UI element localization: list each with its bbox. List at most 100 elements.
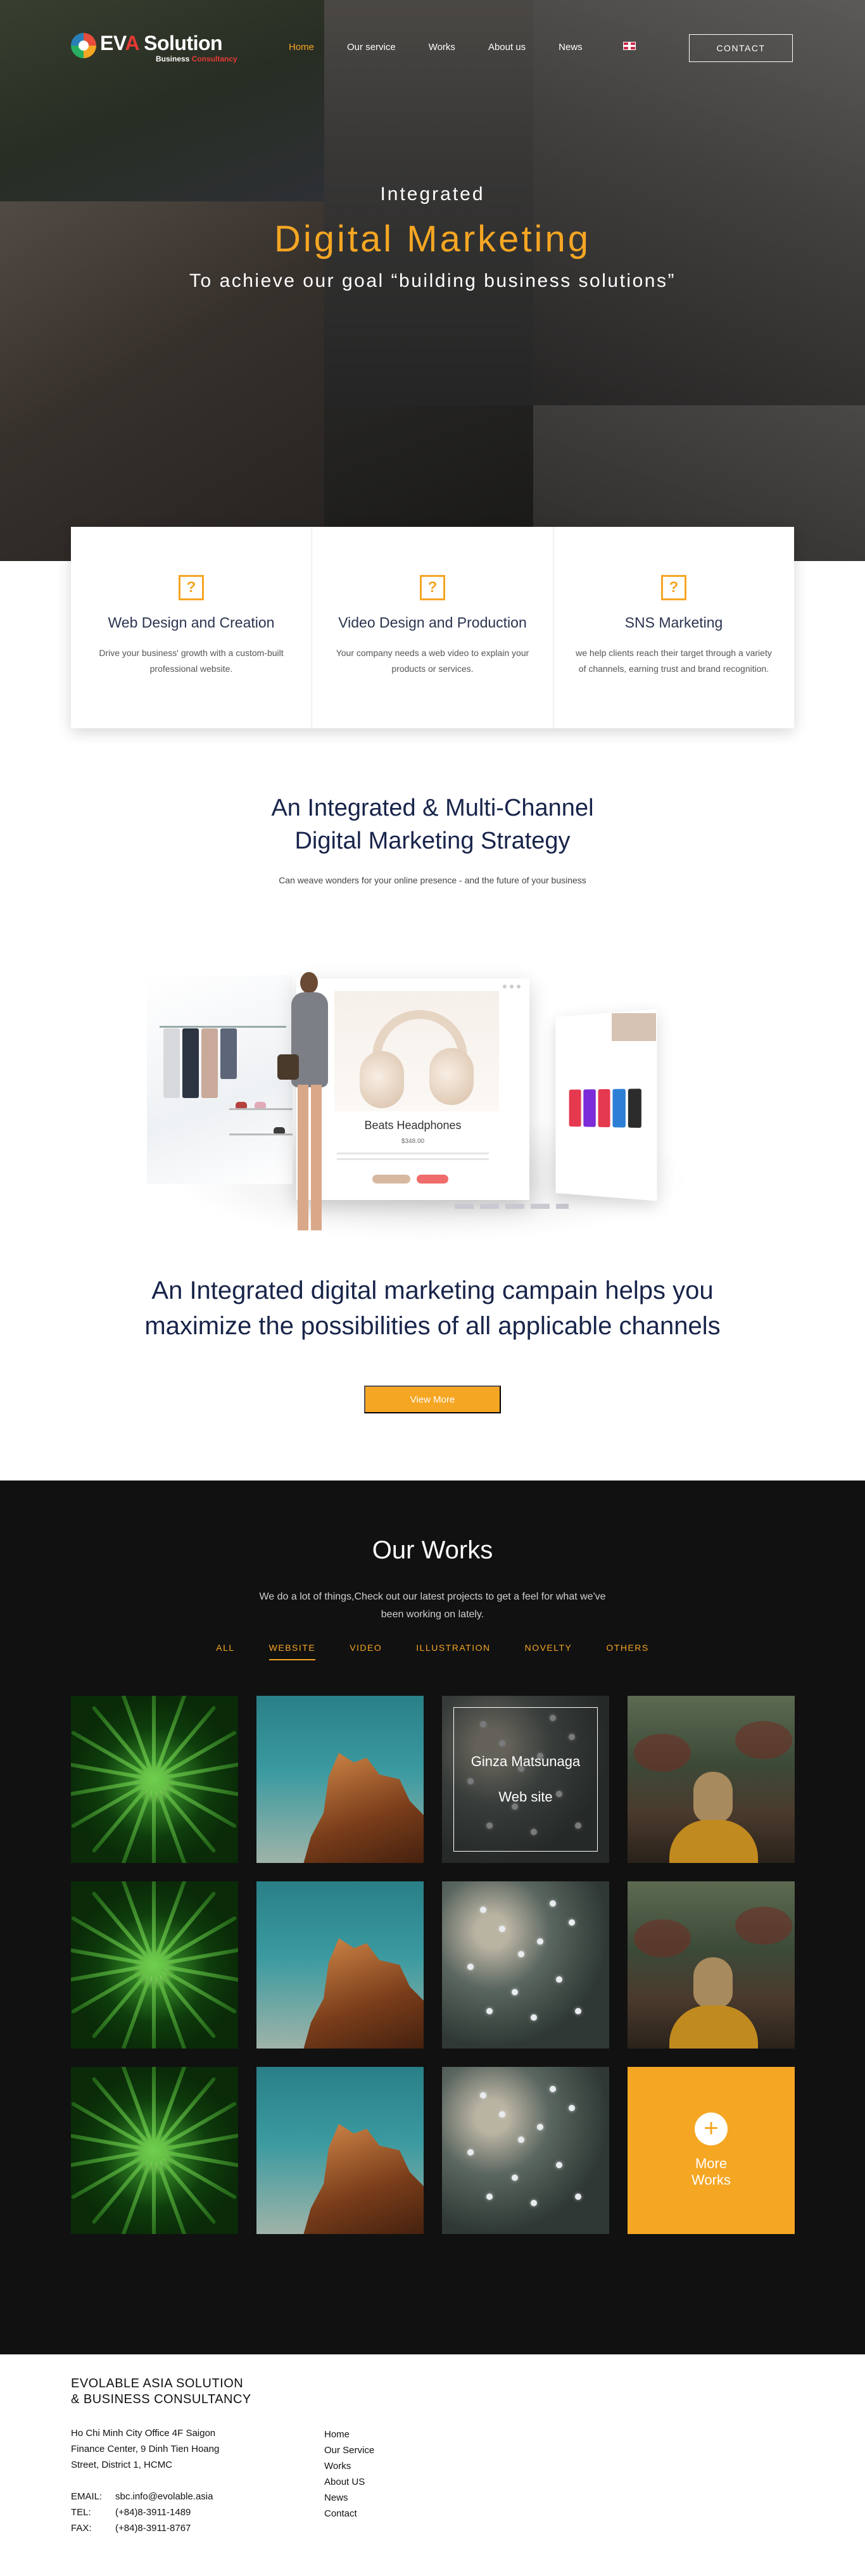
filter-others[interactable]: OTHERS bbox=[606, 1643, 648, 1660]
work-item-featured[interactable]: Ginza Matsunaga Web site bbox=[442, 1696, 609, 1863]
footer-link-home[interactable]: Home bbox=[324, 2427, 374, 2442]
services-cards: ? Web Design and Creation Drive your bus… bbox=[71, 527, 794, 728]
model-handbag bbox=[277, 1054, 299, 1080]
filter-illustration[interactable]: ILLUSTRATION bbox=[416, 1643, 490, 1660]
garment bbox=[220, 1028, 237, 1079]
shoe bbox=[236, 1102, 247, 1108]
strategy-title-line2: Digital Marketing Strategy bbox=[294, 828, 571, 854]
shoe bbox=[255, 1102, 266, 1108]
work-item-child[interactable] bbox=[628, 1696, 795, 1863]
work-item-agave[interactable] bbox=[71, 1696, 238, 1863]
work-item-rock[interactable] bbox=[256, 1696, 424, 1863]
headphones-image bbox=[334, 991, 499, 1111]
strategy-section: An Integrated & Multi-Channel Digital Ma… bbox=[0, 792, 865, 885]
nav-our-service[interactable]: Our service bbox=[347, 42, 396, 53]
blossom-dot bbox=[518, 1951, 524, 1957]
footer-contact-info: EMAIL: sbc.info@evolable.asia TEL: (+84)8-… bbox=[71, 2489, 213, 2536]
hero-section: EVA Solution Business Consultancy Home O… bbox=[0, 0, 865, 561]
garment bbox=[182, 1028, 199, 1098]
footer-company-name: EVOLABLE ASIA SOLUTION & BUSINESS CONSUL… bbox=[71, 2377, 251, 2406]
logo-tagline: Business Consultancy bbox=[156, 54, 237, 63]
nav-works[interactable]: Works bbox=[429, 42, 455, 53]
uk-flag-icon[interactable] bbox=[623, 42, 636, 50]
more-works-button[interactable]: + More Works bbox=[628, 2067, 795, 2234]
agave-leaf bbox=[152, 1881, 156, 1965]
works-intro: We do a lot of things,Check out our late… bbox=[259, 1591, 606, 1620]
service-card-sns[interactable]: ? SNS Marketing we help clients reach th… bbox=[553, 527, 794, 728]
blossom-dot bbox=[480, 1907, 486, 1913]
view-more-button[interactable]: View More bbox=[364, 1386, 501, 1413]
blossom-dot bbox=[512, 1989, 518, 1995]
top-navigation: EVA Solution Business Consultancy Home O… bbox=[0, 0, 865, 95]
clothing-store-photo bbox=[147, 975, 293, 1184]
works-section: Our Works We do a lot of things,Check ou… bbox=[0, 1481, 865, 2354]
filter-website[interactable]: WEBSITE bbox=[268, 1643, 316, 1660]
filter-novelty[interactable]: NOVELTY bbox=[525, 1643, 572, 1660]
garment bbox=[163, 1028, 180, 1098]
strategy-title: An Integrated & Multi-Channel Digital Ma… bbox=[0, 792, 865, 857]
footer-link-news[interactable]: News bbox=[324, 2490, 374, 2506]
blossom-dot bbox=[499, 2111, 505, 2118]
agave-leaf bbox=[152, 2150, 156, 2234]
footer-link-works[interactable]: Works bbox=[324, 2458, 374, 2474]
work-item-agave[interactable] bbox=[71, 2067, 238, 2234]
brand-logo[interactable]: EVA Solution Business Consultancy bbox=[71, 30, 237, 68]
blossom-dot bbox=[486, 2194, 493, 2200]
main-menu: Home Our service Works About us News bbox=[289, 42, 616, 53]
blossom-dot bbox=[537, 1938, 543, 1945]
blossom-dot bbox=[499, 1926, 505, 1932]
email-label: EMAIL: bbox=[71, 2491, 103, 2502]
agave-leaf bbox=[152, 1779, 156, 1863]
contact-button[interactable]: CONTACT bbox=[689, 34, 793, 62]
service-card-web-design[interactable]: ? Web Design and Creation Drive your bus… bbox=[71, 527, 312, 728]
agave-leaf bbox=[152, 2149, 189, 2234]
work-item-child[interactable] bbox=[628, 1881, 795, 2049]
hero-kicker: Integrated bbox=[380, 184, 485, 205]
nav-about-us[interactable]: About us bbox=[488, 42, 526, 53]
more-works-label: More Works bbox=[691, 2156, 731, 2188]
service-title: Video Design and Production bbox=[338, 614, 527, 631]
works-filter-tabs: ALL WEBSITE VIDEO ILLUSTRATION NOVELTY O… bbox=[0, 1643, 865, 1660]
work-item-blossom[interactable] bbox=[442, 2067, 609, 2234]
campaign-line1: An Integrated digital marketing campain … bbox=[151, 1277, 714, 1304]
strategy-title-line1: An Integrated & Multi-Channel bbox=[271, 795, 594, 821]
work-item-rock[interactable] bbox=[256, 1881, 424, 2049]
footer-tel: (+84)8-3911-1489 bbox=[115, 2507, 191, 2518]
filter-video[interactable]: VIDEO bbox=[350, 1643, 382, 1660]
footer-link-our-service[interactable]: Our Service bbox=[324, 2442, 374, 2458]
footer-fax: (+84)8-3911-8767 bbox=[115, 2523, 191, 2534]
blossom-dot bbox=[531, 2014, 537, 2021]
blossom-dot bbox=[556, 1976, 562, 1983]
fax-label: FAX: bbox=[71, 2523, 92, 2534]
agave-leaf bbox=[152, 1964, 189, 2049]
footer-email-link[interactable]: sbc.info@evolable.asia bbox=[115, 2489, 213, 2504]
filter-all[interactable]: ALL bbox=[216, 1643, 234, 1660]
blossom-dot bbox=[556, 2162, 562, 2168]
footer-link-contact[interactable]: Contact bbox=[324, 2506, 374, 2522]
blossom-dot bbox=[518, 2137, 524, 2143]
nav-home[interactable]: Home bbox=[289, 42, 314, 53]
buy-pill bbox=[417, 1175, 448, 1184]
work-item-rock[interactable] bbox=[256, 2067, 424, 2234]
blossom-dot bbox=[486, 2008, 493, 2014]
model-head bbox=[300, 972, 318, 994]
footer-link-about-us[interactable]: About US bbox=[324, 2474, 374, 2490]
headphones-cup bbox=[429, 1048, 474, 1105]
work-item-blossom[interactable] bbox=[442, 1881, 609, 2049]
plus-icon: + bbox=[695, 2112, 728, 2145]
campaign-headline: An Integrated digital marketing campain … bbox=[0, 1273, 865, 1344]
question-box-icon: ? bbox=[661, 575, 686, 600]
work-item-agave[interactable] bbox=[71, 1881, 238, 2049]
blossom-dot bbox=[531, 2200, 537, 2206]
model-legs bbox=[298, 1085, 322, 1230]
work-item-category: Web site bbox=[498, 1789, 553, 1805]
blossom-dot bbox=[575, 2008, 581, 2014]
model-figure bbox=[272, 972, 342, 1241]
product-description-lines bbox=[337, 1152, 489, 1164]
clothes-rack bbox=[160, 1026, 286, 1028]
service-card-video[interactable]: ? Video Design and Production Your compa… bbox=[312, 527, 553, 728]
blossom-dot bbox=[512, 2175, 518, 2181]
nav-news[interactable]: News bbox=[559, 42, 583, 53]
work-item-caption: Ginza Matsunaga Web site bbox=[453, 1707, 598, 1852]
blossom-dot bbox=[467, 2149, 474, 2156]
